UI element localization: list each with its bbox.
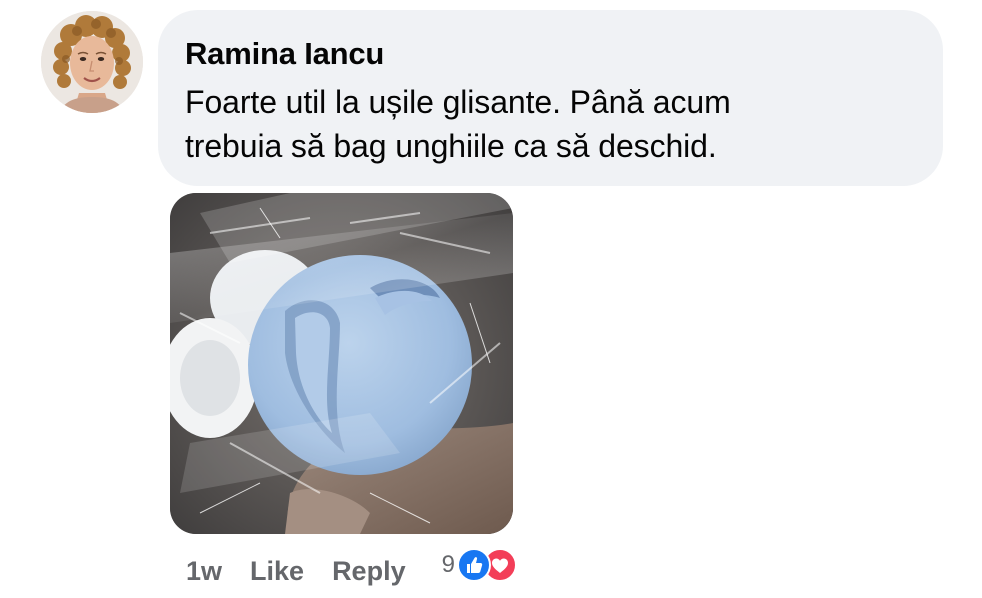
reply-button[interactable]: Reply <box>332 556 406 587</box>
like-icon <box>456 548 491 582</box>
reactions-summary[interactable]: 9 <box>442 548 517 582</box>
comment-actions: 1w Like Reply 9 <box>186 548 517 589</box>
comment-author[interactable]: Ramina Iancu <box>185 34 915 74</box>
comment-bubble: Ramina Iancu Foarte util la ușile glisan… <box>158 10 943 186</box>
comment-text: Foarte util la ușile glisante. Până acum… <box>185 84 731 164</box>
like-button[interactable]: Like <box>250 556 304 587</box>
photo-image <box>170 193 513 534</box>
comment-timestamp[interactable]: 1w <box>186 556 222 587</box>
avatar[interactable] <box>41 11 143 113</box>
comment: Ramina Iancu Foarte util la ușile glisan… <box>0 0 982 598</box>
comment-photo[interactable] <box>170 193 513 534</box>
avatar-image <box>41 11 143 113</box>
reaction-count: 9 <box>441 551 455 578</box>
